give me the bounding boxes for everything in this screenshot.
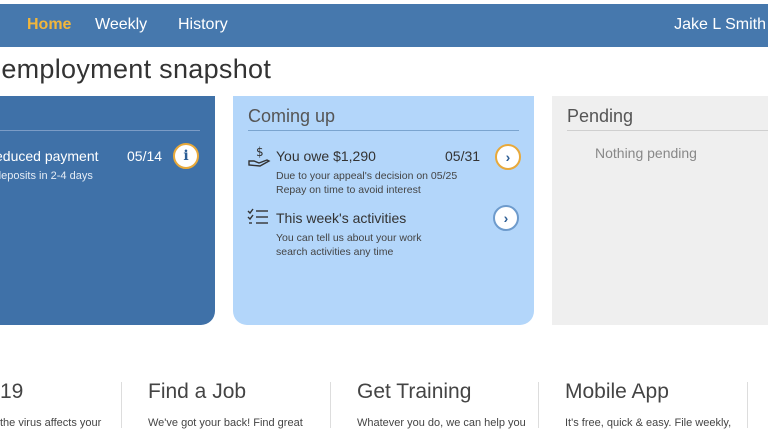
latest-payment-card: educed payment 05/14 deposits in 2-4 day… bbox=[0, 96, 215, 325]
page-title: nemployment snapshot bbox=[0, 54, 272, 84]
card-title: Pending bbox=[567, 106, 634, 126]
hand-money-icon: $ bbox=[248, 145, 271, 167]
bottom-link-title: Get Training bbox=[357, 380, 472, 403]
bottom-link-mobile-app[interactable]: Mobile App It's free, quick & easy. File… bbox=[565, 380, 731, 429]
bottom-link-title: Find a Job bbox=[148, 380, 247, 403]
card-divider bbox=[567, 130, 768, 131]
owe-description-2: Repay on time to avoid interest bbox=[276, 184, 421, 196]
activities-description-2: search activities any time bbox=[276, 246, 394, 258]
pending-card: Pending Nothing pending bbox=[552, 96, 768, 325]
owe-date: 05/31 bbox=[445, 148, 481, 164]
card-divider bbox=[0, 130, 200, 131]
payment-label: educed payment bbox=[0, 148, 99, 164]
bottom-link-text: We've got your back! Find great bbox=[148, 417, 303, 429]
bottom-link-get-training[interactable]: Get Training Whatever you do, we can hel… bbox=[357, 380, 526, 429]
bottom-link-text: Whatever you do, we can help you bbox=[357, 417, 526, 429]
card-divider bbox=[248, 130, 519, 131]
column-divider bbox=[330, 382, 331, 428]
owe-chevron-right-icon[interactable]: › bbox=[495, 144, 521, 170]
user-name-menu[interactable]: Jake L Smith bbox=[674, 16, 766, 34]
coming-up-card: Coming up $ You owe $1,290 05/31 Due to … bbox=[233, 96, 534, 325]
owe-title: You owe $1,290 bbox=[276, 148, 376, 164]
column-divider bbox=[121, 382, 122, 428]
bottom-link-text: the virus affects your bbox=[0, 417, 102, 429]
nav-home[interactable]: Home bbox=[27, 16, 71, 34]
activities-chevron-right-icon[interactable]: › bbox=[493, 205, 519, 231]
nav-history[interactable]: History bbox=[178, 16, 228, 34]
card-title: Coming up bbox=[248, 106, 336, 126]
activities-description-1: You can tell us about your work bbox=[276, 232, 422, 244]
owe-description-1: Due to your appeal's decision on 05/25 bbox=[276, 170, 458, 182]
column-divider bbox=[747, 382, 748, 428]
activities-title: This week's activities bbox=[276, 210, 407, 226]
info-icon[interactable]: i bbox=[173, 143, 199, 169]
checklist-icon bbox=[247, 208, 268, 224]
svg-text:$: $ bbox=[256, 145, 264, 159]
top-nav-bar: Home Weekly History Jake L Smith bbox=[0, 4, 768, 47]
bottom-link-title: Mobile App bbox=[565, 380, 669, 403]
bottom-link-title: 19 bbox=[0, 380, 24, 403]
pending-empty-text: Nothing pending bbox=[595, 145, 697, 161]
payment-subtext: deposits in 2-4 days bbox=[0, 170, 93, 182]
nav-weekly[interactable]: Weekly bbox=[95, 16, 147, 34]
bottom-link-find-a-job[interactable]: Find a Job We've got your back! Find gre… bbox=[148, 380, 303, 429]
payment-date: 05/14 bbox=[127, 148, 163, 164]
column-divider bbox=[538, 382, 539, 428]
bottom-link-text: It's free, quick & easy. File weekly, bbox=[565, 417, 732, 429]
bottom-link-covid[interactable]: 19 the virus affects your bbox=[0, 380, 101, 429]
